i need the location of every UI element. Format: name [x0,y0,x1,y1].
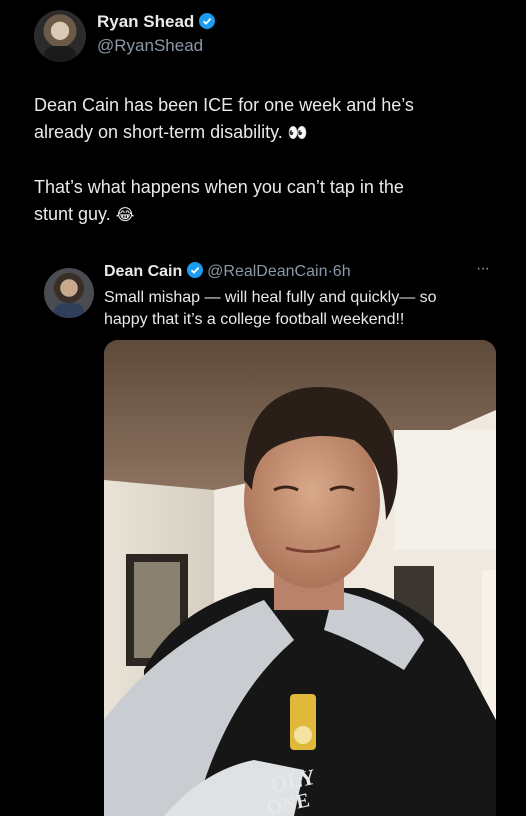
quoted-header: Dean Cain @RealDeanCain·6h [104,262,351,281]
tweet-line-4: stunt guy. 😂 [34,204,135,224]
tweet-line-1: Dean Cain has been ICE for one week and … [34,95,414,115]
tweet-line-3: That’s what happens when you can’t tap i… [34,177,404,197]
quoted-author-handle[interactable]: @RealDeanCain [207,263,327,280]
author-name[interactable]: Ryan Shead [97,12,194,31]
eyes-emoji-icon: 👀 [287,125,308,142]
selfie-photo: OLY ONE [104,340,496,816]
quoted-author-avatar[interactable] [44,268,94,318]
tweet-line-2: already on short-term disability. 👀 [34,122,308,142]
quoted-media-photo[interactable]: OLY ONE [104,340,496,816]
more-options-icon[interactable]: ··· [476,260,490,278]
quoted-line-2: happy that it’s a college football weeke… [104,311,405,328]
author-handle[interactable]: @RyanShead [97,36,203,56]
quoted-text: Small mishap — will heal fully and quick… [104,287,514,331]
author-avatar[interactable] [34,10,86,62]
tweet-text: Dean Cain has been ICE for one week and … [34,92,504,229]
author-header: Ryan Shead [97,12,216,32]
quoted-author-name[interactable]: Dean Cain [104,263,182,280]
laughing-emoji-icon: 😂 [115,207,135,224]
verified-badge-icon [199,13,216,29]
quoted-timestamp[interactable]: 6h [333,263,351,280]
quoted-verified-badge-icon [186,262,203,278]
quoted-line-1: Small mishap — will heal fully and quick… [104,289,437,306]
